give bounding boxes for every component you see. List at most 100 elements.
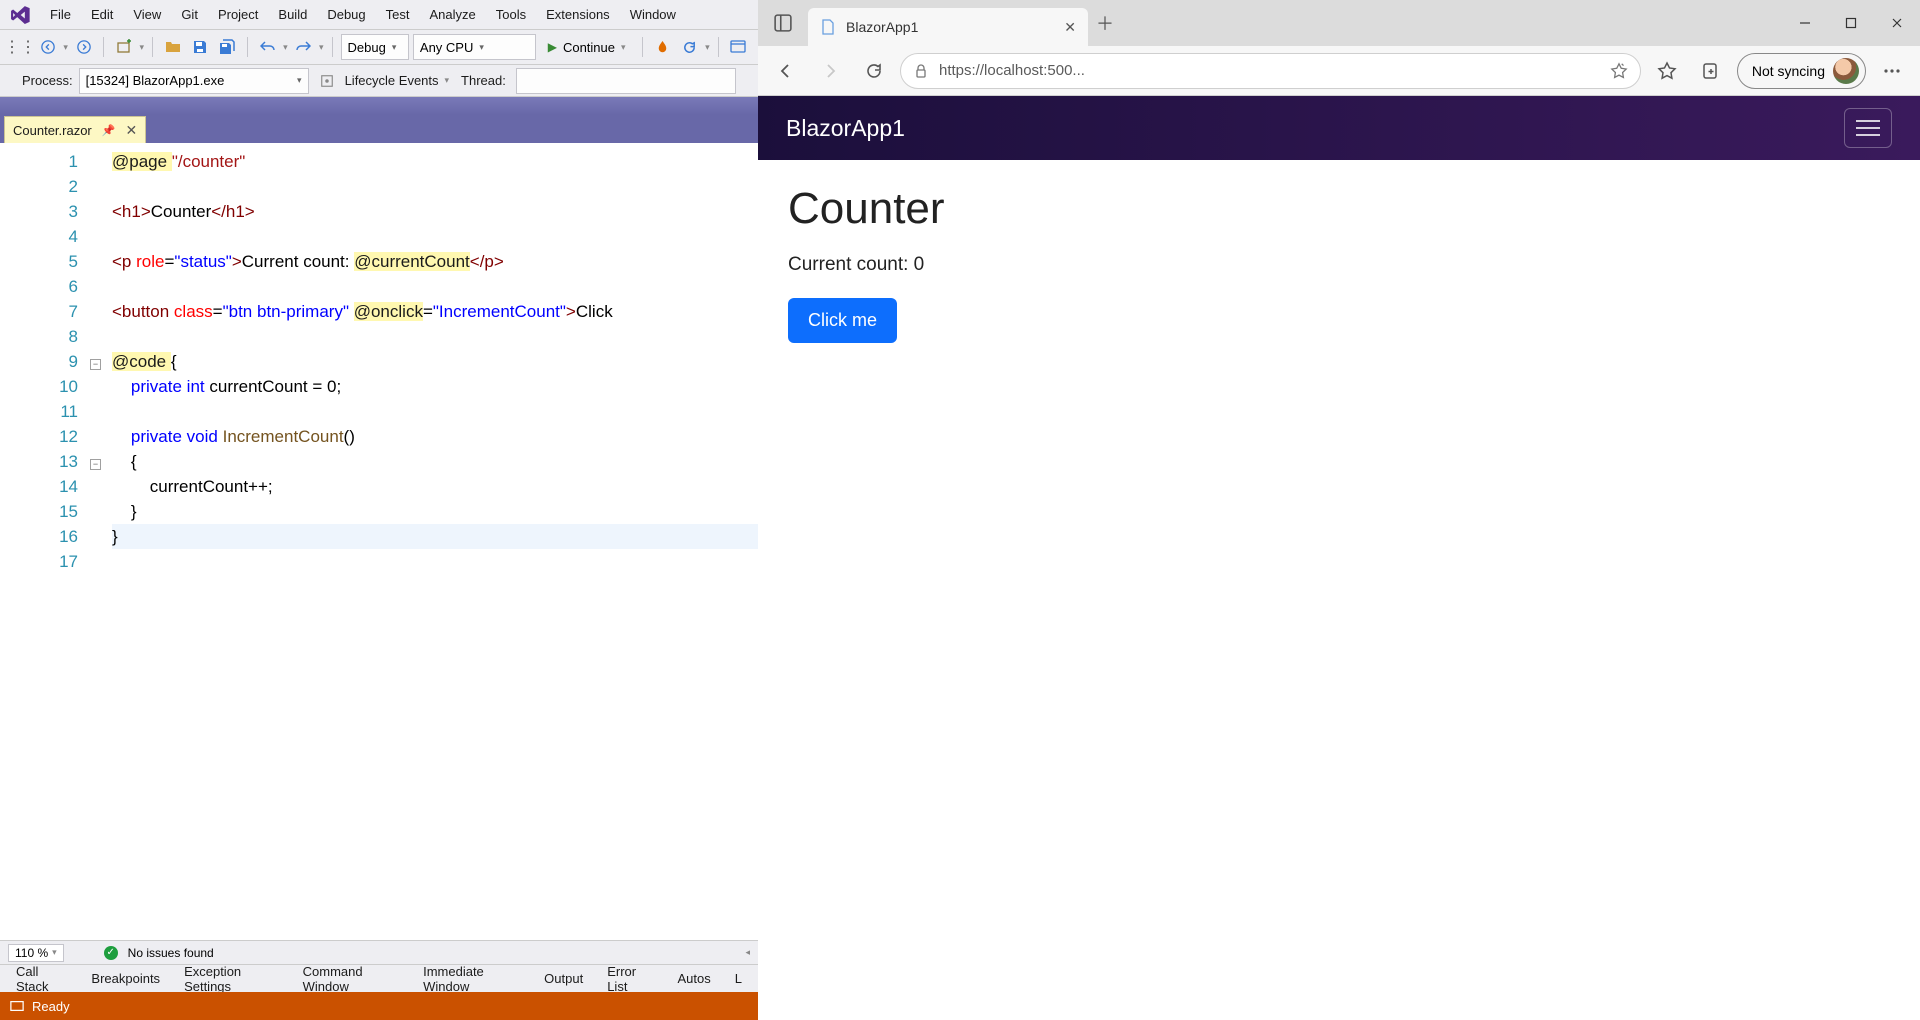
- config-dropdown[interactable]: Debug▾: [341, 34, 409, 60]
- app-navbar: BlazorApp1: [758, 96, 1920, 160]
- menu-tools[interactable]: Tools: [486, 3, 536, 26]
- save-all-icon[interactable]: [216, 35, 239, 59]
- favorites-icon[interactable]: [1649, 53, 1685, 89]
- menu-analyze[interactable]: Analyze: [419, 3, 485, 26]
- continue-label: Continue: [563, 40, 615, 55]
- panel-locals-truncated[interactable]: L: [723, 967, 754, 990]
- menu-extensions[interactable]: Extensions: [536, 3, 620, 26]
- collections-icon[interactable]: [1693, 53, 1729, 89]
- menu-project[interactable]: Project: [208, 3, 268, 26]
- platform-dropdown[interactable]: Any CPU▾: [413, 34, 536, 60]
- more-menu-icon[interactable]: [1874, 53, 1910, 89]
- address-bar[interactable]: https://localhost:500...: [900, 53, 1641, 89]
- pin-icon[interactable]: 📌: [102, 124, 116, 137]
- redo-icon[interactable]: [292, 35, 315, 59]
- thread-dropdown[interactable]: [516, 68, 736, 94]
- lifecycle-label[interactable]: Lifecycle Events: [345, 73, 439, 88]
- fold-icon[interactable]: −: [90, 359, 101, 370]
- tab-actions-icon[interactable]: [758, 14, 808, 32]
- zoom-value: 110 %: [15, 946, 48, 960]
- refresh-button[interactable]: [856, 53, 892, 89]
- new-project-icon[interactable]: [112, 35, 135, 59]
- close-icon[interactable]: ✕: [1064, 19, 1076, 36]
- dropdown-arrow-icon[interactable]: ▾: [63, 42, 68, 53]
- code-area[interactable]: @page "/counter" <h1>Counter</h1> <p rol…: [108, 143, 758, 940]
- lifecycle-icon[interactable]: [315, 69, 339, 93]
- click-me-button[interactable]: Click me: [788, 298, 897, 343]
- page-icon: [820, 19, 836, 35]
- status-text: Ready: [32, 999, 70, 1014]
- hamburger-icon[interactable]: [1844, 108, 1892, 148]
- panel-autos[interactable]: Autos: [666, 967, 723, 990]
- issues-label[interactable]: No issues found: [128, 946, 214, 960]
- fold-icon[interactable]: −: [90, 459, 101, 470]
- dropdown-arrow-icon[interactable]: ▾: [283, 42, 288, 53]
- menu-test[interactable]: Test: [376, 3, 420, 26]
- sync-label: Not syncing: [1752, 63, 1825, 79]
- menu-build[interactable]: Build: [268, 3, 317, 26]
- open-file-icon[interactable]: [161, 35, 184, 59]
- restart-icon[interactable]: [678, 35, 701, 59]
- vs-accent-strip: [0, 97, 758, 115]
- browser-toolbar: https://localhost:500... Not syncing: [758, 46, 1920, 96]
- dropdown-arrow-icon[interactable]: ▾: [319, 42, 324, 53]
- page-content: Counter Current count: 0 Click me: [758, 160, 1920, 367]
- page-title: Counter: [788, 184, 1890, 234]
- continue-button[interactable]: ▶ Continue ▾: [540, 34, 634, 60]
- vs-status-bar: Ready: [0, 992, 758, 1020]
- play-icon: ▶: [548, 40, 557, 54]
- editor-tab-counter[interactable]: Counter.razor 📌 ✕: [4, 116, 146, 143]
- editor-tab-bar: Counter.razor 📌 ✕: [0, 115, 758, 143]
- nav-fwd-icon[interactable]: [72, 35, 95, 59]
- close-icon[interactable]: ✕: [125, 122, 137, 139]
- browser-viewport: BlazorApp1 Counter Current count: 0 Clic…: [758, 96, 1920, 1020]
- line-number-gutter: 1234567891011121314151617: [0, 143, 90, 940]
- window-close-button[interactable]: [1874, 0, 1920, 46]
- tool-window-tabs: Call Stack Breakpoints Exception Setting…: [0, 964, 758, 992]
- dropdown-arrow-icon[interactable]: ▾: [445, 75, 450, 86]
- forward-button: [812, 53, 848, 89]
- read-aloud-icon[interactable]: [1610, 62, 1628, 80]
- vs-debug-toolbar: Process: [15324] BlazorApp1.exe ▾ Lifecy…: [0, 65, 758, 97]
- menu-view[interactable]: View: [123, 3, 171, 26]
- menu-debug[interactable]: Debug: [317, 3, 375, 26]
- visual-studio-window: File Edit View Git Project Build Debug T…: [0, 0, 758, 1020]
- menu-git[interactable]: Git: [171, 3, 208, 26]
- panel-output[interactable]: Output: [532, 967, 595, 990]
- code-editor[interactable]: 1234567891011121314151617 − − @page "/co…: [0, 143, 758, 940]
- vs-logo-icon: [6, 4, 34, 26]
- vs-menu-bar: File Edit View Git Project Build Debug T…: [0, 0, 758, 30]
- menu-edit[interactable]: Edit: [81, 3, 123, 26]
- dropdown-arrow-icon[interactable]: ▾: [705, 42, 710, 53]
- fold-gutter: − −: [90, 143, 108, 940]
- minimize-button[interactable]: [1782, 0, 1828, 46]
- menu-window[interactable]: Window: [620, 3, 686, 26]
- hot-reload-icon[interactable]: [651, 35, 674, 59]
- panel-breakpoints[interactable]: Breakpoints: [79, 967, 172, 990]
- menu-file[interactable]: File: [40, 3, 81, 26]
- process-value: [15324] BlazorApp1.exe: [86, 73, 225, 88]
- thread-label: Thread:: [461, 73, 506, 88]
- back-button[interactable]: [768, 53, 804, 89]
- browser-tab[interactable]: BlazorApp1 ✕: [808, 8, 1088, 46]
- platform-value: Any CPU: [420, 40, 473, 55]
- status-icon: [10, 999, 24, 1013]
- avatar-icon: [1833, 58, 1859, 84]
- nav-back-icon[interactable]: [36, 35, 59, 59]
- browser-link-icon[interactable]: [727, 35, 750, 59]
- chevron-left-icon[interactable]: ◂: [745, 947, 750, 958]
- app-brand[interactable]: BlazorApp1: [786, 115, 905, 142]
- new-tab-button[interactable]: ＋: [1088, 6, 1122, 40]
- save-icon[interactable]: [188, 35, 211, 59]
- profile-sync-button[interactable]: Not syncing: [1737, 53, 1866, 89]
- counter-status: Current count: 0: [788, 254, 1890, 276]
- tab-label: Counter.razor: [13, 123, 92, 138]
- lock-icon: [913, 63, 929, 79]
- process-dropdown[interactable]: [15324] BlazorApp1.exe ▾: [79, 68, 309, 94]
- drag-handle-icon: ⋮⋮: [8, 35, 32, 59]
- undo-icon[interactable]: [256, 35, 279, 59]
- dropdown-arrow-icon[interactable]: ▾: [139, 42, 144, 53]
- maximize-button[interactable]: [1828, 0, 1874, 46]
- issues-ok-icon: ✓: [104, 946, 118, 960]
- browser-tab-title: BlazorApp1: [846, 19, 1054, 35]
